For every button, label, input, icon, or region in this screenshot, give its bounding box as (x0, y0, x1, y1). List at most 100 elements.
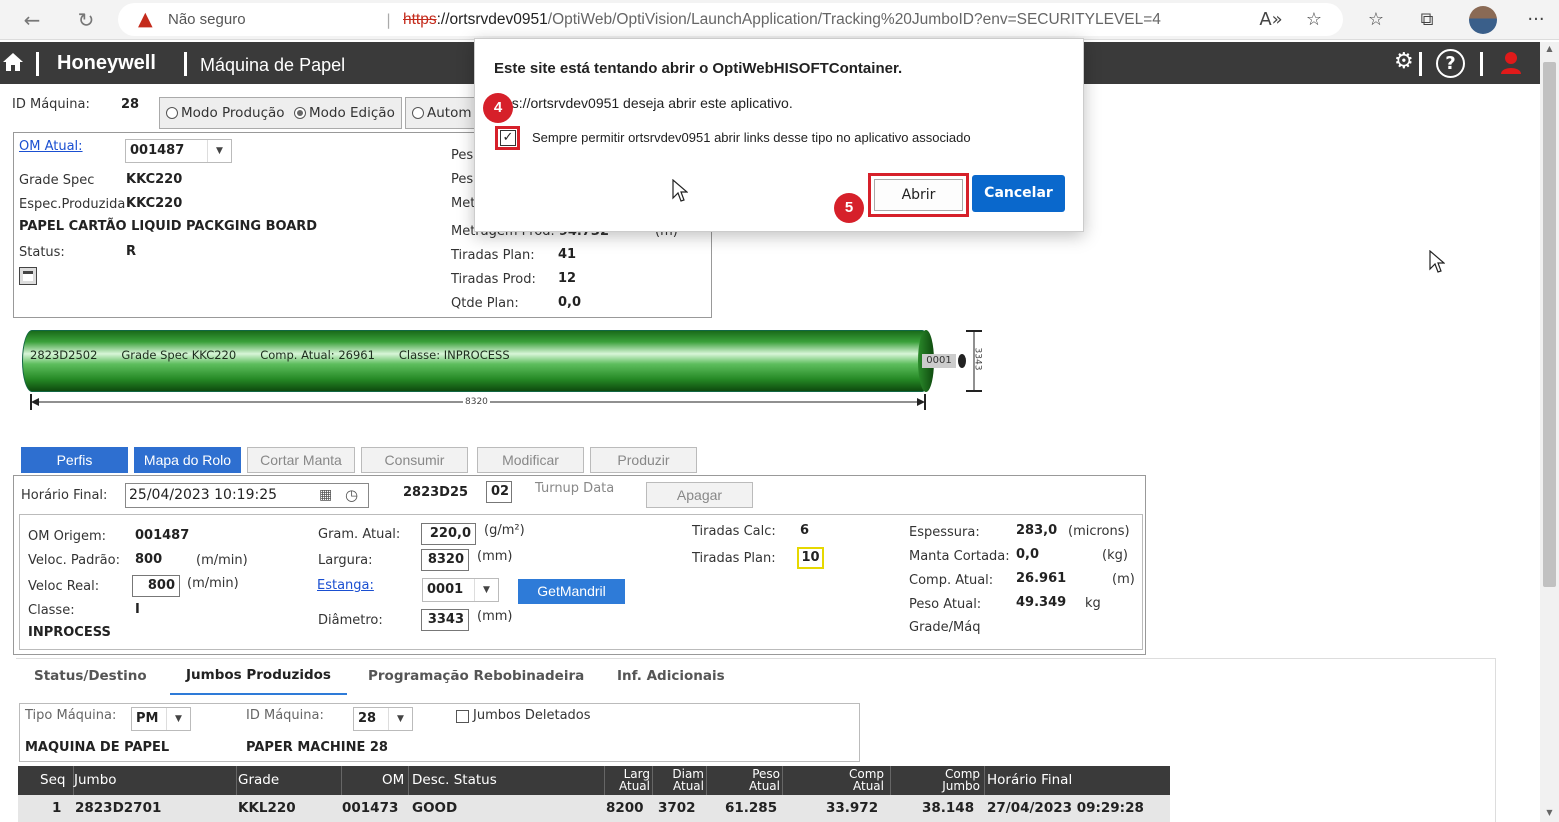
cortar-manta-button[interactable]: Cortar Manta (247, 447, 355, 473)
jumbo-id-value: 2823D25 (403, 485, 469, 500)
apagar-button[interactable]: Apagar (646, 482, 753, 508)
clock-icon[interactable]: ◷ (345, 486, 358, 504)
estanga-link[interactable]: Estanga: (317, 578, 374, 593)
cell-om: 001473 (342, 800, 399, 816)
getmandril-button[interactable]: GetMandril (518, 579, 625, 604)
mapa-rolo-button[interactable]: Mapa do Rolo (134, 447, 241, 473)
always-allow-checkbox[interactable]: ✓ (500, 130, 516, 146)
favorites-icon[interactable]: ☆ (1363, 7, 1389, 33)
browser-toolbar: ← ↻ ▲ Não seguro | https://ortsrvdev0951… (0, 0, 1559, 40)
peso-label-2: Pes (451, 172, 474, 187)
qtde-plan-label: Qtde Plan: (451, 296, 519, 311)
header-divider (184, 52, 187, 76)
diameter-dimension: 3343 (972, 347, 983, 371)
espec-value: KKC220 (126, 196, 183, 211)
chevron-down-icon: ▼ (388, 708, 412, 730)
om-atual-select[interactable]: 001487 ▼ (125, 139, 232, 163)
open-app-dialog: Este site está tentando abrir o OptiWebH… (474, 38, 1084, 232)
tipo-maquina-name: MAQUINA DE PAPEL (25, 740, 170, 755)
scroll-up-icon[interactable]: ▲ (1544, 44, 1555, 53)
col-desc-status[interactable]: Desc. Status (412, 772, 497, 788)
warning-icon[interactable]: ▲ (138, 8, 153, 30)
tipo-maquina-select[interactable]: PM ▼ (131, 707, 191, 731)
col-diam-atual[interactable]: Diam Atual (654, 768, 704, 792)
diametro-label: Diâmetro: (318, 613, 383, 628)
col-om[interactable]: OM (382, 772, 404, 788)
more-icon[interactable]: ··· (1523, 7, 1549, 33)
gram-atual-input[interactable]: 220,0 (421, 523, 476, 545)
home-icon[interactable] (2, 51, 24, 73)
turnup-data-label: Turnup Data (535, 481, 615, 496)
peso-atual-label: Peso Atual: (909, 597, 982, 612)
dialog-title: Este site está tentando abrir o OptiWebH… (494, 60, 903, 77)
jumbos-deletados-checkbox[interactable] (456, 710, 469, 723)
tab-status-destino[interactable]: Status/Destino (34, 668, 147, 696)
security-label[interactable]: Não seguro (168, 11, 246, 28)
address-bar[interactable]: ▲ Não seguro | https://ortsrvdev0951/Opt… (118, 3, 1343, 36)
produzir-button[interactable]: Produzir (590, 447, 697, 473)
cancel-button[interactable]: Cancelar (972, 175, 1065, 212)
veloc-real-input[interactable]: 800 (132, 575, 180, 597)
mode-auto-group: Autom (405, 97, 475, 129)
always-allow-checkbox-highlight: ✓ (495, 126, 520, 150)
mode-edicao-radio[interactable]: Modo Edição (294, 105, 395, 121)
perfis-button[interactable]: Perfis (21, 447, 128, 473)
grade-spec-label: Grade Spec (19, 173, 95, 188)
url-text[interactable]: https://ortsrvdev0951/OptiWeb/OptiVision… (403, 11, 1161, 29)
filter-machine-id-select[interactable]: 28 ▼ (353, 707, 413, 731)
step-5-badge: 5 (834, 193, 864, 223)
always-allow-label[interactable]: Sempre permitir ortsrvdev0951 abrir link… (532, 130, 971, 145)
roll-classe: Classe: INPROCESS (398, 348, 510, 362)
tiradas-prod-value: 12 (558, 271, 577, 286)
user-icon[interactable] (1500, 51, 1522, 75)
col-horario-final[interactable]: Horário Final (987, 772, 1072, 788)
col-comp-jumbo[interactable]: Comp Jumbo (892, 768, 980, 792)
classe-label: Classe: (28, 603, 75, 618)
scroll-down-icon[interactable]: ▼ (1544, 808, 1555, 817)
col-comp-atual[interactable]: Comp Atual (784, 768, 884, 792)
read-aloud-icon[interactable]: A» (1258, 7, 1284, 33)
om-origem-label: OM Origem: (28, 529, 107, 544)
col-jumbo[interactable]: Jumbo (74, 772, 117, 788)
tab-inf-adicionais[interactable]: Inf. Adicionais (617, 668, 725, 696)
cell-seq: 1 (52, 800, 62, 816)
grade-maq-label: Grade/Máq (909, 620, 981, 635)
open-button[interactable]: Abrir (874, 179, 963, 211)
om-atual-link[interactable]: OM Atual: (19, 139, 83, 154)
col-grade[interactable]: Grade (238, 772, 279, 788)
consumir-button[interactable]: Consumir (361, 447, 468, 473)
collections-icon[interactable]: ⧉ (1414, 7, 1440, 33)
table-row[interactable]: 1 2823D2701 KKL220 001473 GOOD 8200 3702… (18, 795, 1170, 822)
col-peso-atual[interactable]: Peso Atual (708, 768, 780, 792)
qtde-plan-value: 0,0 (558, 295, 582, 310)
mode-auto-radio[interactable]: Autom (412, 105, 472, 121)
scrollbar-thumb[interactable] (1543, 62, 1556, 587)
cell-horario-final: 27/04/2023 09:29:28 (987, 800, 1144, 816)
mode-producao-radio[interactable]: Modo Produção (166, 105, 285, 121)
back-icon[interactable]: ← (18, 6, 46, 34)
modificar-button[interactable]: Modificar (477, 447, 584, 473)
estanga-select[interactable]: 0001 ▼ (422, 578, 499, 602)
refresh-icon[interactable]: ↻ (72, 6, 100, 34)
chevron-down-icon: ▼ (474, 579, 498, 601)
jumbo-seq-input[interactable]: 02 (486, 481, 512, 503)
col-larg-atual[interactable]: Larg Atual (606, 768, 650, 792)
diametro-input[interactable]: 3343 (421, 609, 469, 631)
calendar-icon[interactable]: ▦ (319, 487, 332, 503)
add-favorite-icon[interactable]: ☆ (1301, 7, 1327, 33)
tiradas-plan-input[interactable]: 10 (797, 547, 824, 569)
profile-avatar[interactable] (1469, 6, 1497, 34)
largura-input[interactable]: 8320 (421, 549, 469, 571)
tab-jumbos-produzidos[interactable]: Jumbos Produzidos (170, 667, 347, 695)
tab-programacao-rebobinadeira[interactable]: Programação Rebobinadeira (368, 668, 584, 696)
col-seq[interactable]: Seq (40, 772, 65, 788)
chevron-down-icon: ▼ (166, 708, 190, 730)
tiradas-plan-label: Tiradas Plan: (451, 248, 535, 263)
calendar-icon[interactable] (19, 267, 37, 285)
machine-id-value: 28 (121, 97, 140, 112)
gear-icon[interactable]: ⚙ (1394, 49, 1414, 74)
machine-name: PAPER MACHINE 28 (246, 740, 388, 755)
horario-final-input[interactable]: 25/04/2023 10:19:25 (125, 483, 369, 508)
width-dimension: 8320 (463, 397, 490, 407)
help-icon[interactable]: ? (1436, 49, 1465, 78)
